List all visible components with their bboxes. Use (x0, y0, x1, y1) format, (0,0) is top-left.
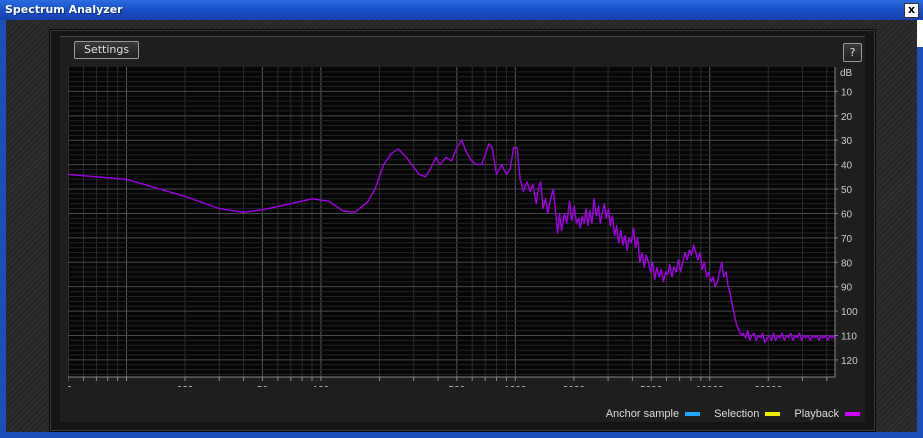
legend-label: Anchor sample (605, 408, 680, 420)
db-tick-label: 120 (841, 356, 858, 367)
legend-swatch (765, 412, 781, 416)
db-tick-label: 40 (841, 161, 853, 172)
help-button[interactable]: ? (843, 43, 862, 62)
freq-tick-label: 5000 (640, 385, 663, 387)
legend-label: Playback (794, 408, 839, 420)
settings-button[interactable]: Settings (74, 41, 139, 59)
analyzer-panel: Settings ? dB 10 20 30 40 50 60 70 80 90 100 110 120… (49, 29, 876, 432)
legend-item: Anchor sample (605, 408, 701, 420)
legend-label: Selection (714, 408, 760, 420)
db-tick-label: 60 (841, 209, 853, 220)
freq-tick-label: 20000 (754, 385, 782, 387)
freq-tick-label: 500 (448, 385, 465, 387)
window-border-right (917, 47, 923, 438)
freq-tick-label: 50 (257, 385, 269, 387)
db-tick-label: 30 (841, 136, 853, 147)
freq-tick-label: 020 (177, 385, 194, 387)
legend-swatch (685, 412, 701, 416)
db-tick-label: 100 (841, 307, 858, 318)
db-tick-label: 90 (841, 283, 853, 294)
legend-swatch (845, 412, 860, 416)
close-button[interactable]: x (904, 3, 919, 18)
db-tick-label: 20 (841, 112, 853, 123)
freq-tick-label: 10000 (696, 385, 724, 387)
window-title: Spectrum Analyzer (5, 3, 123, 16)
spectrum-plot[interactable]: dB 10 20 30 40 50 60 70 80 90 100 110 120 5 020 50 100 50… (68, 67, 858, 387)
legend-item: Playback (794, 408, 860, 420)
legend: Anchor sample Selection Playback (592, 408, 860, 420)
freq-tick-label: 2000 (563, 385, 586, 387)
freq-tick-label: 100 (313, 385, 330, 387)
window-border-bottom (0, 432, 923, 438)
db-tick-label: 110 (841, 332, 857, 343)
db-unit-label: dB (840, 68, 853, 79)
window-body: Settings ? dB 10 20 30 40 50 60 70 80 90 100 110 120… (6, 20, 917, 432)
freq-tick-label: 5 (68, 385, 72, 387)
db-tick-label: 10 (841, 87, 853, 98)
db-tick-label: 70 (841, 234, 853, 245)
legend-item: Selection (714, 408, 781, 420)
freq-tick-label: 1000 (504, 385, 527, 387)
title-bar: Spectrum Analyzer x (0, 0, 923, 21)
analyzer-inner: Settings ? dB 10 20 30 40 50 60 70 80 90 100 110 120… (60, 36, 865, 422)
db-tick-label: 50 (841, 185, 853, 196)
db-tick-label: 80 (841, 258, 853, 269)
